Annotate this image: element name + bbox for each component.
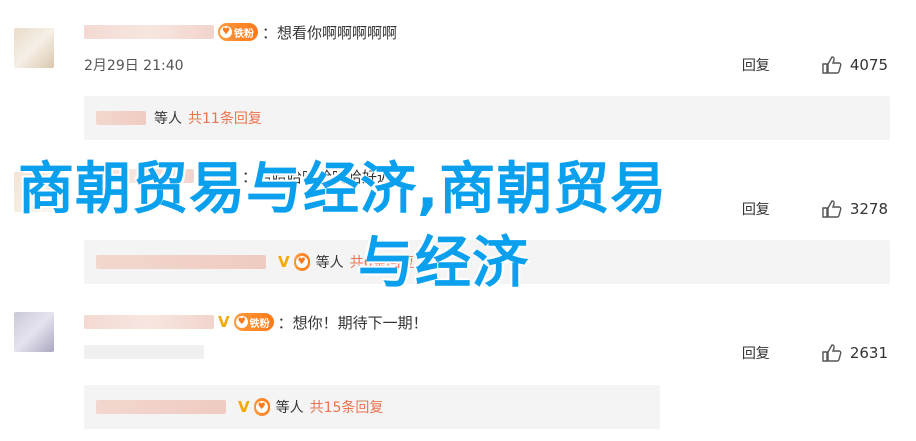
more-replies-link[interactable]: 共15条回复 [310, 397, 384, 417]
heart-icon: ♥ [235, 316, 248, 328]
heart-icon: ♥ [255, 401, 268, 413]
vip-icon: V [218, 313, 230, 331]
like-count: 4075 [849, 56, 888, 74]
sub-reply-users [96, 111, 146, 125]
comment-actions: 回复 4075 [742, 55, 888, 75]
comment-actions: 回复 3278 [742, 199, 888, 219]
user-line: V ♥ 铁粉 ：想你！期待下一期！ [84, 311, 428, 333]
timestamp-blurred [84, 345, 204, 359]
comment-text: ：想看你啊啊啊啊啊 [262, 23, 398, 42]
sub-reply-text: 等人 [154, 111, 182, 127]
like-count: 3278 [849, 200, 888, 218]
overlay-title-line2: 与经济 [358, 231, 529, 296]
vip-icon: V [278, 253, 290, 271]
sub-reply-users [96, 255, 266, 269]
heart-icon: ♥ [295, 256, 308, 268]
sub-reply-text: 等人 [275, 400, 304, 416]
heart-icon: ♥ [220, 26, 232, 38]
badge-label: 铁粉 [249, 318, 270, 330]
fan-badge: ♥ 铁粉 [218, 23, 258, 41]
fan-badge: ♥ [293, 253, 310, 271]
user-line: ♥ 铁粉 ：想看你啊啊啊啊啊 [84, 21, 397, 43]
overlay-title-line1: 商朝贸易与经济,商朝贸易 [18, 157, 668, 222]
thumbs-up-icon[interactable] [822, 344, 842, 362]
username[interactable] [84, 315, 214, 329]
timestamp: 2月29日 21:40 [84, 58, 184, 74]
badge-label: 铁粉 [234, 28, 254, 40]
thumbs-up-icon[interactable] [822, 56, 842, 74]
vip-icon: V [238, 398, 250, 416]
fan-badge: ♥ 铁粉 [233, 313, 274, 331]
avatar[interactable] [14, 312, 54, 352]
comment-body: 想看你啊啊啊啊啊 [277, 23, 398, 42]
sub-replies-box[interactable]: 等人 共11条回复 [84, 96, 890, 140]
sub-reply-text: 等人 [315, 255, 344, 271]
thumbs-up-icon[interactable] [822, 200, 842, 218]
reply-button[interactable]: 回复 [742, 55, 770, 75]
reply-button[interactable]: 回复 [742, 199, 770, 219]
comment-text: ：想你！期待下一期！ [277, 313, 428, 332]
avatar[interactable] [14, 28, 54, 68]
sub-reply-users [96, 400, 226, 414]
cover-patch [660, 381, 916, 441]
comment-actions: 回复 2631 [742, 343, 888, 363]
reply-button[interactable]: 回复 [742, 343, 770, 363]
like-count: 2631 [849, 344, 888, 362]
username[interactable] [84, 25, 214, 39]
comment-body: 想你！期待下一期！ [292, 313, 428, 332]
more-replies-link[interactable]: 共11条回复 [188, 108, 262, 128]
fan-badge: ♥ [253, 398, 270, 416]
